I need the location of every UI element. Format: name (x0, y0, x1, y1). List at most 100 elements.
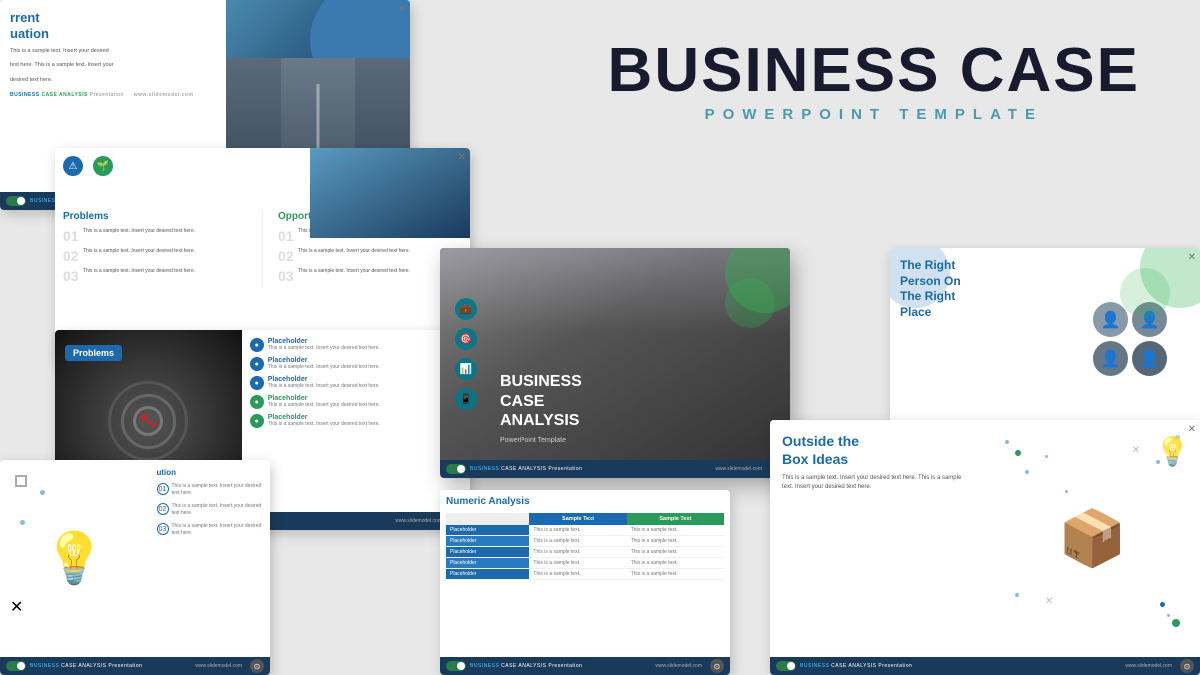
bullet-dot: ● (250, 395, 264, 409)
footer-branding: BUSINESS CASE ANALYSIS Presentation (800, 663, 912, 669)
table-header-1: Sample Text (529, 513, 626, 525)
close-icon[interactable]: ✕ (1188, 424, 1196, 435)
problems-column: Problems 01 This is a sample text. Inser… (63, 211, 247, 288)
branding: BUSINESS CASE ANALYSIS Presentation www.… (10, 92, 216, 98)
close-icon[interactable]: ✕ (1188, 252, 1196, 263)
main-slide-subtitle: PowerPoint Template (500, 437, 566, 444)
x-deco: ✕ (1132, 445, 1140, 456)
deco-dot (20, 520, 25, 525)
bullet-dot: ● (250, 338, 264, 352)
chart-icon: 📊 (455, 358, 477, 380)
sparkle-dot-2 (1160, 602, 1165, 607)
solution-row-2: 02 This is a sample text. Insert your de… (157, 503, 263, 517)
green-circle-2 (1120, 268, 1170, 318)
bullet-dot: ● (250, 376, 264, 390)
footer-url: www.slidemodel.com (715, 466, 762, 472)
outside-box-body: This is a sample text. Insert your desir… (782, 474, 973, 492)
title-area: BUSINESS CASE POWERPOINT TEMPLATE (608, 40, 1140, 123)
footer-toggle (446, 464, 466, 474)
footer-url: www.slidemodel.com (195, 663, 242, 669)
slide-title: rrent uation (10, 10, 216, 41)
subtitle: POWERPOINT TEMPLATE (608, 106, 1140, 123)
page-background: BUSINESS CASE POWERPOINT TEMPLATE rrent … (0, 0, 1200, 675)
opp-row-2: 02 This is a sample text. Insert your de… (278, 248, 462, 264)
feature-icons: 💼 🎯 📊 📱 (455, 298, 477, 410)
table-header-2: Sample Text (627, 513, 724, 525)
slide-footer: BUSINESS CASE ANALYSIS Presentation www.… (440, 460, 790, 478)
placeholder-list: ● Placeholder This is a sample text. Ins… (242, 330, 470, 512)
placeholder-row-5: ● Placeholder This is a sample text. Ins… (250, 414, 462, 428)
box-illustration: ✕ ✕ 💡 📦 (985, 420, 1200, 657)
sparkle-dot (1172, 619, 1180, 627)
slide-main-cover: 💼 🎯 📊 📱 BUSINESS CASE ANALYSIS PowerPoin… (440, 248, 790, 478)
bullet-dot: ● (250, 357, 264, 371)
close-icon[interactable]: ✕ (398, 4, 406, 15)
deco-square (15, 475, 27, 487)
footer-toggle (6, 661, 26, 671)
slide-footer: BUSINESS CASE ANALYSIS Presentation www.… (440, 657, 730, 675)
footer-url: www.slidemodel.com (655, 663, 702, 669)
problem-row-2: 02 This is a sample text. Insert your de… (63, 248, 247, 264)
table-row: Placeholder This is a sample text. This … (446, 569, 724, 580)
footer-branding: BUSINESS CASE ANALYSIS Presentation (470, 663, 582, 669)
deco-dot (40, 490, 45, 495)
problems-title: Problems (63, 211, 247, 222)
table-row: Placeholder This is a sample text. This … (446, 536, 724, 547)
placeholder-row-1: ● Placeholder This is a sample text. Ins… (250, 338, 462, 352)
table-row: Placeholder This is a sample text. This … (446, 547, 724, 558)
slide-image-area (310, 148, 470, 238)
footer-url: www.slidemodel.com (395, 518, 442, 524)
placeholder-row-3: ● Placeholder This is a sample text. Ins… (250, 376, 462, 390)
table-row: Placeholder This is a sample text. This … (446, 558, 724, 569)
mobile-icon: 📱 (455, 388, 477, 410)
slide-footer: BUSINESS CASE ANALYSIS Presentation www.… (0, 657, 270, 675)
table-row: Placeholder This is a sample text. This … (446, 525, 724, 536)
footer-toggle (776, 661, 796, 671)
footer-toggle (446, 661, 466, 671)
deco-x: ✕ (10, 597, 23, 617)
green-circle-2 (725, 278, 775, 328)
footer-icon: ⊙ (250, 659, 264, 673)
briefcase-icon: 💼 (455, 298, 477, 320)
slide-right-person: The Right Person On The Right Place 👤 👤 … (890, 248, 1200, 448)
column-divider (262, 211, 263, 288)
slide-outside-box: Outside the Box Ideas This is a sample t… (770, 420, 1200, 675)
open-box-icon: 📦 (1058, 506, 1126, 571)
lightbulb-icon: 💡 (43, 529, 105, 588)
numeric-title: Numeric Analysis (446, 496, 724, 507)
lightbulb-deco: 💡 (1155, 435, 1190, 468)
solution-row-3: 03 This is a sample text. Insert your de… (157, 523, 263, 537)
sparkle-dot-3 (1015, 450, 1021, 456)
slide-lightbulb-solution: ✕ 💡 ution 01 This is a sample text. Inse… (0, 460, 270, 675)
footer-icon: ⊙ (1180, 659, 1194, 673)
footer-branding: BUSINESS CASE ANALYSIS Presentation (30, 663, 142, 669)
close-icon[interactable]: ✕ (458, 152, 466, 163)
slide-body-text: This is a sample text. Insert your desir… (10, 47, 216, 55)
footer-branding: BUSINESS CASE ANALYSIS Presentation (470, 466, 582, 472)
problem-row-1: 01 This is a sample text. Insert your de… (63, 228, 247, 244)
opp-row-3: 03 This is a sample text. Insert your de… (278, 268, 462, 284)
main-slide-title: BUSINESS CASE ANALYSIS (500, 372, 582, 430)
placeholder-row-2: ● Placeholder This is a sample text. Ins… (250, 357, 462, 371)
office-background: 💼 🎯 📊 📱 BUSINESS CASE ANALYSIS PowerPoin… (440, 248, 790, 460)
footer-toggle (6, 196, 26, 206)
warning-icon: ⚠ (63, 156, 83, 176)
solution-content: ution 01 This is a sample text. Insert y… (149, 460, 271, 657)
placeholder-row-4: ● Placeholder This is a sample text. Ins… (250, 395, 462, 409)
footer-icon: ⊙ (710, 659, 724, 673)
solution-label: ution (157, 468, 263, 477)
solution-row-1: 01 This is a sample text. Insert your de… (157, 483, 263, 497)
target-icon: 🎯 (455, 328, 477, 350)
x-deco: ✕ (1045, 596, 1053, 607)
outside-box-text: Outside the Box Ideas This is a sample t… (770, 420, 985, 657)
slide-numeric-analysis: Numeric Analysis Sample Text Sample Text… (440, 490, 730, 675)
footer-url: www.slidemodel.com (1125, 663, 1172, 669)
slide-footer: BUSINESS CASE ANALYSIS Presentation www.… (770, 657, 1200, 675)
decorative-circles (1080, 248, 1200, 368)
lightbulb-image: ✕ 💡 (0, 460, 149, 657)
bullet-dot: ● (250, 414, 264, 428)
outside-box-title: Outside the Box Ideas (782, 432, 973, 468)
leaf-icon: 🌱 (93, 156, 113, 176)
problem-row-3: 03 This is a sample text. Insert your de… (63, 268, 247, 284)
main-title: BUSINESS CASE (608, 40, 1140, 102)
